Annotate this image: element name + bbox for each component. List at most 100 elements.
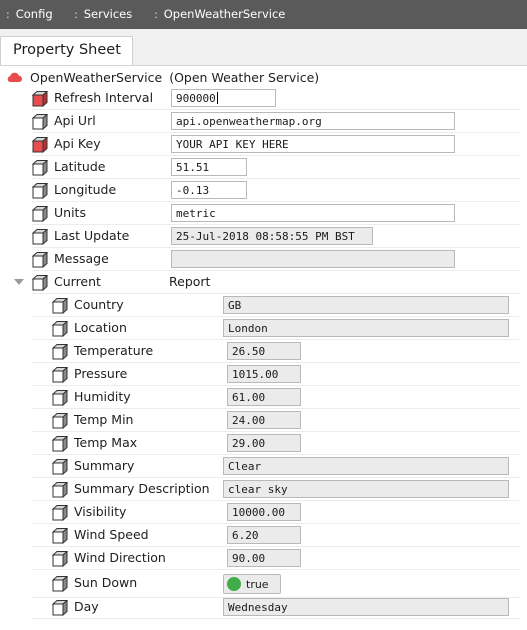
tab-property-sheet[interactable]: Property Sheet xyxy=(0,36,133,65)
property-value-field[interactable]: 51.51 xyxy=(171,158,247,176)
property-row-latitude[interactable]: Latitude 51.51 xyxy=(31,157,520,179)
property-value-field[interactable]: Wednesday xyxy=(223,598,509,616)
property-value-field[interactable]: London xyxy=(223,319,509,337)
property-row-humidity[interactable]: Humidity 61.00 xyxy=(32,387,520,409)
property-value-field[interactable]: 6.20 xyxy=(227,526,301,544)
chevron-down-icon[interactable] xyxy=(14,279,24,285)
slot-icon xyxy=(51,458,69,476)
property-value: 6.20 xyxy=(232,529,259,542)
property-value-field[interactable]: 90.00 xyxy=(227,549,301,567)
slot-icon xyxy=(51,481,69,499)
property-value: true xyxy=(246,578,269,591)
root-component-type: (Open Weather Service) xyxy=(169,69,320,85)
property-row-pressure[interactable]: Pressure 1015.00 xyxy=(32,364,520,386)
text-cursor xyxy=(216,92,218,104)
property-value-field[interactable]: 1015.00 xyxy=(227,365,301,383)
property-label: Temperature xyxy=(74,343,154,358)
property-row-day[interactable]: Day Wednesday xyxy=(32,597,520,619)
separator-icon: : xyxy=(6,7,10,21)
property-row-refresh-interval[interactable]: Refresh Interval 900000 xyxy=(31,88,520,110)
slot-icon xyxy=(31,113,49,131)
property-row-sun-down[interactable]: Sun Down true xyxy=(32,573,520,598)
slot-icon xyxy=(51,550,69,568)
property-value-field[interactable]: 900000 xyxy=(171,89,276,107)
property-row-last-update[interactable]: Last Update 25-Jul-2018 08:58:55 PM BST xyxy=(31,226,520,248)
property-label: Latitude xyxy=(54,159,106,174)
breadcrumb-item-openweatherservice[interactable]: : OpenWeatherService xyxy=(154,7,285,21)
property-value-field[interactable]: clear sky xyxy=(223,480,509,498)
property-row-wind-direction[interactable]: Wind Direction 90.00 xyxy=(32,548,520,570)
property-row-api-key[interactable]: Api Key YOUR API KEY HERE xyxy=(31,134,520,156)
property-value-field[interactable]: 24.00 xyxy=(227,411,301,429)
property-value-field[interactable]: GB xyxy=(223,296,509,314)
slot-icon xyxy=(51,599,69,617)
property-value-field[interactable]: 10000.00 xyxy=(227,503,301,521)
property-row-location[interactable]: Location London xyxy=(32,318,520,340)
status-dot-icon xyxy=(227,577,241,591)
property-value: 1015.00 xyxy=(232,368,279,381)
property-value-field[interactable]: api.openweathermap.org xyxy=(171,112,455,130)
property-label: Pressure xyxy=(74,366,128,381)
property-row-visibility[interactable]: Visibility 10000.00 xyxy=(32,502,520,524)
slot-red-icon xyxy=(31,136,49,154)
property-row-temp-min[interactable]: Temp Min 24.00 xyxy=(32,410,520,432)
property-value: 26.50 xyxy=(232,345,266,358)
separator-icon: : xyxy=(154,7,158,21)
slot-icon xyxy=(51,575,69,593)
tab-bar: Property Sheet xyxy=(0,29,527,66)
property-label: Temp Max xyxy=(74,435,138,450)
separator-icon: : xyxy=(74,7,78,21)
property-value-field[interactable]: 25-Jul-2018 08:58:55 PM BST xyxy=(171,227,373,245)
breadcrumb-label: Config xyxy=(15,7,53,21)
property-value: YOUR API KEY HERE xyxy=(176,138,289,151)
breadcrumb-item-services[interactable]: : Services xyxy=(74,7,132,21)
slot-icon xyxy=(51,435,69,453)
breadcrumb-label: OpenWeatherService xyxy=(163,7,286,21)
property-value-field[interactable]: 26.50 xyxy=(227,342,301,360)
slot-icon xyxy=(51,389,69,407)
root-component-row[interactable]: OpenWeatherService (Open Weather Service… xyxy=(6,68,319,86)
property-label: Country xyxy=(74,297,124,312)
property-row-summary[interactable]: Summary Clear xyxy=(32,456,520,478)
property-row-units[interactable]: Units metric xyxy=(31,203,520,225)
property-value: GB xyxy=(228,299,242,312)
slot-icon xyxy=(31,182,49,200)
property-row-wind-speed[interactable]: Wind Speed 6.20 xyxy=(32,525,520,547)
property-value-field[interactable]: YOUR API KEY HERE xyxy=(171,135,455,153)
property-label: Visibility xyxy=(74,504,127,519)
slot-icon xyxy=(31,228,49,246)
property-value-field[interactable] xyxy=(171,250,455,268)
property-value: 29.00 xyxy=(232,437,266,450)
property-value-field[interactable]: 61.00 xyxy=(227,388,301,406)
slot-icon xyxy=(31,159,49,177)
property-value: 25-Jul-2018 08:58:55 PM BST xyxy=(176,230,355,243)
property-value: 24.00 xyxy=(232,414,266,427)
tab-label: Property Sheet xyxy=(13,42,121,58)
property-row-api-url[interactable]: Api Url api.openweathermap.org xyxy=(31,111,520,133)
property-label: Longitude xyxy=(54,182,117,197)
property-value-field[interactable]: 29.00 xyxy=(227,434,301,452)
property-value-field[interactable]: -0.13 xyxy=(171,181,247,199)
breadcrumb-item-config[interactable]: : Config xyxy=(6,7,53,21)
property-label: Last Update xyxy=(54,228,130,243)
property-label: Summary Description xyxy=(74,481,210,496)
property-row-temp-max[interactable]: Temp Max 29.00 xyxy=(32,433,520,455)
slot-icon xyxy=(51,297,69,315)
property-value: Report xyxy=(169,274,211,289)
property-value: 90.00 xyxy=(232,552,266,565)
property-row-country[interactable]: Country GB xyxy=(32,295,520,317)
property-label: Temp Min xyxy=(74,412,134,427)
property-value-field[interactable]: metric xyxy=(171,204,455,222)
property-row-current[interactable]: Current Report xyxy=(31,272,520,294)
property-row-summary-description[interactable]: Summary Description clear sky xyxy=(32,479,520,501)
property-label: Current xyxy=(54,274,101,289)
property-label: Message xyxy=(54,251,109,266)
property-value: metric xyxy=(176,207,216,220)
slot-red-icon xyxy=(31,90,49,108)
property-row-longitude[interactable]: Longitude -0.13 xyxy=(31,180,520,202)
slot-icon xyxy=(51,504,69,522)
property-row-temperature[interactable]: Temperature 26.50 xyxy=(32,341,520,363)
property-row-message[interactable]: Message xyxy=(31,249,520,271)
boolean-value-field[interactable]: true xyxy=(223,574,281,594)
property-value-field[interactable]: Clear xyxy=(223,457,509,475)
